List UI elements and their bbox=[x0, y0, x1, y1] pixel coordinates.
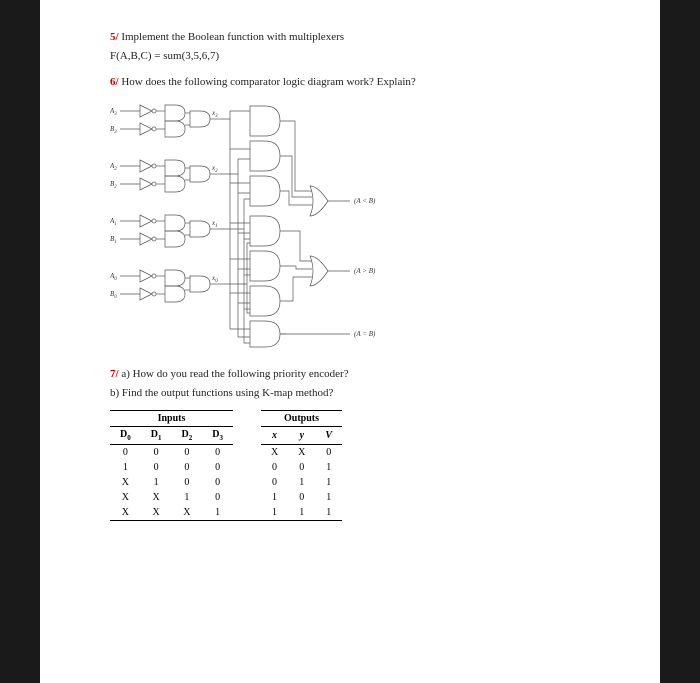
th-inputs: Inputs bbox=[110, 410, 233, 426]
svg-text:A0: A0 bbox=[110, 272, 117, 282]
q5-text: Implement the Boolean function with mult… bbox=[121, 31, 344, 43]
table-row: X100011 bbox=[110, 475, 342, 490]
table-body: 0000XX0 1000001 X100011 XX10101 XXX1111 bbox=[110, 444, 342, 520]
truth-table: Inputs Outputs D0 D1 D2 D3 x y V 0000XX0… bbox=[110, 410, 342, 521]
q7b-line: b) Find the output functions using K-map… bbox=[110, 386, 590, 402]
svg-text:A3: A3 bbox=[110, 107, 117, 117]
svg-text:A1: A1 bbox=[110, 217, 117, 227]
svg-text:B2: B2 bbox=[110, 180, 117, 190]
table-row: XX10101 bbox=[110, 490, 342, 505]
comparator-svg: A3 B3 x3 A2 B2 x2 A1 B1 x1 A0 B0 x0 (A <… bbox=[110, 101, 430, 351]
table-row: XXX1111 bbox=[110, 505, 342, 521]
table-row: 1000001 bbox=[110, 460, 342, 475]
out-lt: (A < B) bbox=[354, 197, 376, 205]
q5-line1: 5/ Implement the Boolean function with m… bbox=[110, 30, 590, 46]
out-gt: (A > B) bbox=[354, 267, 376, 275]
q5-func: F(A,B,C) = sum(3,5,6,7) bbox=[110, 49, 590, 65]
q7a-line: 7/ a) How do you read the following prio… bbox=[110, 367, 590, 383]
svg-text:x1: x1 bbox=[211, 219, 218, 229]
out-eq: (A = B) bbox=[354, 330, 376, 338]
svg-text:B1: B1 bbox=[110, 235, 117, 245]
comparator-diagram: A3 B3 x3 A2 B2 x2 A1 B1 x1 A0 B0 x0 (A <… bbox=[110, 101, 430, 351]
svg-text:x2: x2 bbox=[211, 164, 218, 174]
svg-text:A2: A2 bbox=[110, 162, 117, 172]
q7-number: 7/ bbox=[110, 368, 119, 380]
document-page: 5/ Implement the Boolean function with m… bbox=[40, 0, 660, 683]
q6-number: 6/ bbox=[110, 76, 119, 88]
svg-text:x0: x0 bbox=[211, 274, 218, 284]
table-header: D0 D1 D2 D3 x y V bbox=[110, 426, 342, 444]
q6-text: How does the following comparator logic … bbox=[121, 76, 415, 88]
q7a-text: a) How do you read the following priorit… bbox=[121, 368, 348, 380]
q6-line: 6/ How does the following comparator log… bbox=[110, 75, 590, 91]
svg-text:B3: B3 bbox=[110, 125, 117, 135]
table-row: 0000XX0 bbox=[110, 444, 342, 460]
svg-text:x3: x3 bbox=[211, 109, 218, 119]
th-outputs: Outputs bbox=[261, 410, 342, 426]
q5-number: 5/ bbox=[110, 31, 119, 43]
svg-text:B0: B0 bbox=[110, 290, 117, 300]
